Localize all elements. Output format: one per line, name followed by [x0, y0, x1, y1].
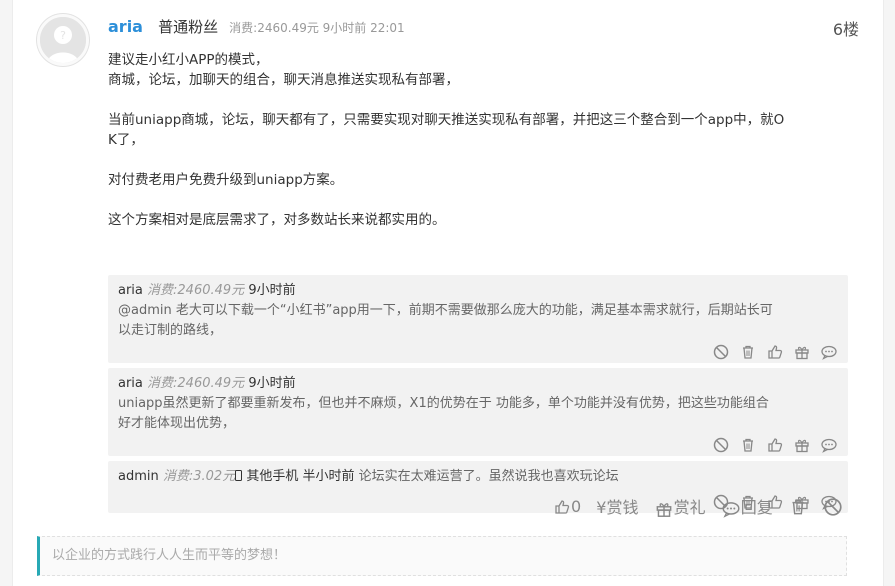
post-header: aria 普通粉丝 消费:2460.49元 9小时前 22:01 — [108, 16, 405, 38]
reply-time: 9小时前 — [248, 283, 296, 298]
author-name[interactable]: aria — [108, 17, 143, 36]
reply-author[interactable]: admin — [118, 469, 159, 484]
reply-consume: 消费:3.02元 — [162, 469, 236, 484]
reply-text: 论坛实在太难运营了。虽然说我也喜欢玩论坛 — [358, 469, 619, 484]
trash-icon[interactable] — [739, 343, 757, 361]
reply-author[interactable]: aria — [118, 283, 143, 298]
thumbs-up-icon[interactable] — [766, 343, 784, 361]
reply-ops — [118, 434, 838, 456]
svg-text:?: ? — [60, 29, 66, 42]
post-paragraph: 建议走小红小APP的模式， — [108, 52, 269, 68]
comment-icon[interactable] — [820, 436, 838, 454]
reply-text: @admin 老大可以下载一个“小红书”app用一下，前期不需要做那么庞大的功能… — [118, 303, 773, 318]
reply-header: aria 消费:2460.49元 9小时前 — [118, 374, 838, 394]
user-signature: 以企业的方式践行人人生而平等的梦想！ — [37, 536, 847, 576]
thumbs-up-icon[interactable] — [766, 436, 784, 454]
ban-icon[interactable] — [712, 436, 730, 454]
comment-icon — [722, 501, 740, 518]
ban-icon — [824, 497, 842, 516]
reply-item: aria 消费:2460.49元 9小时前 @admin 老大可以下载一个“小红… — [108, 275, 848, 363]
reply-consume: 消费:2460.49元 — [147, 376, 245, 391]
trash-icon[interactable] — [739, 436, 757, 454]
reply-text: 以走订制的路线， — [118, 323, 223, 338]
reply-button[interactable]: 回复 — [721, 494, 773, 519]
reply-text: uniapp虽然更新了都要重新发布，但也并不麻烦，X1的优势在于 功能多，单个功… — [118, 396, 769, 411]
reply-item: aria 消费:2460.49元 9小时前 uniapp虽然更新了都要重新发布，… — [108, 368, 848, 456]
reward-money-button[interactable]: ¥赏钱 — [596, 494, 638, 518]
yen-icon: ¥ — [596, 498, 607, 518]
reply-author[interactable]: aria — [118, 376, 143, 391]
reply-time: 半小时前 — [302, 469, 355, 484]
post-paragraph: 对付费老用户免费升级到uniapp方案。 — [108, 172, 344, 188]
like-button[interactable]: 0 — [553, 497, 581, 517]
reply-device: 其他手机 — [246, 469, 299, 484]
author-rank: 普通粉丝 — [158, 18, 219, 36]
reply-ops — [118, 341, 838, 363]
trash-icon — [792, 499, 804, 514]
ban-icon[interactable] — [712, 343, 730, 361]
post-meta: 消费:2460.49元 9小时前 22:01 — [229, 21, 405, 35]
post-paragraph: 当前uniapp商城，论坛，聊天都有了，只需要实现对聊天推送实现私有部署，并把这… — [108, 112, 785, 128]
avatar-placeholder-icon: ? — [40, 17, 86, 63]
reply-text: 好才能体现出优势， — [118, 416, 236, 431]
floor-number: 6楼 — [832, 20, 859, 39]
post-content: 建议走小红小APP的模式， 商城，论坛，加聊天的组合，聊天消息推送实现私有部署，… — [108, 50, 808, 230]
reply-time: 9小时前 — [248, 376, 296, 391]
post-paragraph: 商城，论坛，加聊天的组合，聊天消息推送实现私有部署， — [108, 72, 459, 88]
reply-label: 回复 — [740, 498, 773, 517]
reply-header: aria 消费:2460.49元 9小时前 — [118, 281, 838, 301]
ban-button[interactable] — [823, 496, 843, 517]
delete-button[interactable] — [788, 496, 808, 517]
reward-money-label: 赏钱 — [606, 498, 639, 518]
thumbs-up-icon — [555, 500, 570, 514]
reply-list: aria 消费:2460.49元 9小时前 @admin 老大可以下载一个“小红… — [108, 275, 848, 518]
reply-consume: 消费:2460.49元 — [147, 283, 245, 298]
comment-icon[interactable] — [820, 343, 838, 361]
phone-icon — [235, 469, 243, 484]
post-paragraph: K了， — [108, 132, 144, 148]
post-paragraph: 这个方案相对是底层需求了，对多数站长来说都实用的。 — [108, 212, 446, 228]
reward-gift-button[interactable]: 赏礼 — [654, 494, 706, 519]
gift-icon[interactable] — [793, 343, 811, 361]
gift-icon — [656, 502, 671, 517]
avatar[interactable]: ? — [37, 14, 89, 66]
post-actions: 0 ¥赏钱 赏礼 回复 — [553, 494, 853, 518]
reply-header: admin 消费:3.02元 其他手机 半小时前 论坛实在太难运营了。虽然说我也… — [118, 467, 838, 487]
gift-icon[interactable] — [793, 436, 811, 454]
post-floor: ? aria 普通粉丝 消费:2460.49元 9小时前 22:01 6楼 建议… — [12, 0, 884, 586]
reward-gift-label: 赏礼 — [673, 498, 706, 517]
like-count: 0 — [571, 496, 582, 516]
